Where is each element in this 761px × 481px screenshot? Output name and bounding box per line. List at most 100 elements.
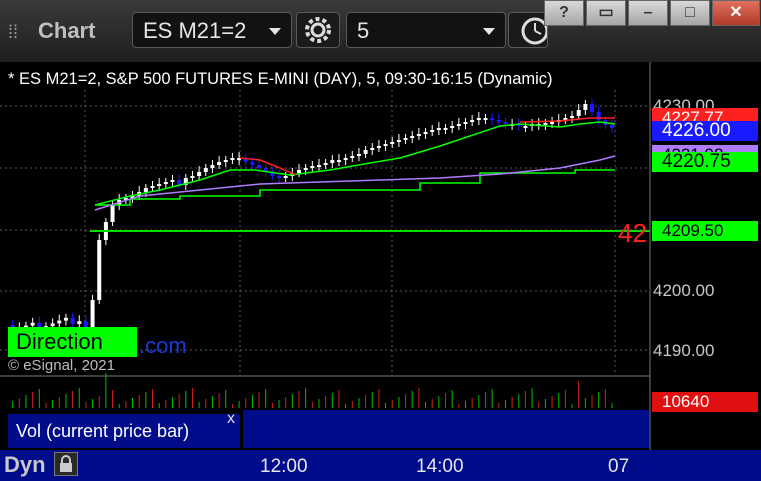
- candle-body: [316, 165, 321, 167]
- candle-body: [590, 104, 595, 112]
- close-button[interactable]: ✕: [712, 0, 760, 26]
- candle-body: [583, 104, 588, 110]
- candle-body: [230, 158, 235, 160]
- candlesticks: [10, 99, 614, 337]
- time-axis-label: 07: [608, 456, 630, 477]
- volume-study-label[interactable]: Vol (current price bar): [8, 414, 240, 448]
- lavender-line: [94, 155, 616, 211]
- candle-body: [330, 160, 335, 163]
- time-axis-label: 12:00: [260, 456, 308, 477]
- price-chart[interactable]: [0, 62, 761, 450]
- candle-body: [197, 172, 202, 176]
- candle-body: [396, 140, 401, 142]
- candle-body: [297, 170, 302, 173]
- candle-body: [523, 126, 528, 128]
- candle-body: [450, 126, 455, 128]
- candle-body: [570, 116, 575, 118]
- dotcom-text: .com: [139, 333, 187, 358]
- symbol-value: ES M21=2: [143, 18, 247, 43]
- help-button[interactable]: ?: [544, 0, 584, 26]
- candle-body: [257, 165, 262, 168]
- candle-body: [543, 123, 548, 125]
- candle-body: [403, 138, 408, 140]
- candle-body: [143, 188, 148, 192]
- candle-body: [436, 128, 441, 130]
- lock-button[interactable]: [54, 452, 78, 476]
- chevron-down-icon: [269, 28, 281, 35]
- candle-body: [410, 136, 415, 138]
- restore-layout-button[interactable]: ▭: [586, 0, 626, 26]
- volume-bars: [12, 373, 613, 408]
- window-controls: ? ▭ – □ ✕: [544, 0, 761, 28]
- volume-price-tag: 10640: [652, 392, 758, 412]
- candle-body: [430, 130, 435, 132]
- mode-label[interactable]: Dyn: [4, 452, 46, 478]
- time-axis-label: 14:00: [416, 456, 464, 477]
- candle-body: [503, 122, 508, 124]
- interval-value: 5: [357, 18, 370, 43]
- candle-body: [90, 300, 95, 330]
- candle-body: [576, 110, 581, 116]
- candle-body: [210, 165, 215, 168]
- time-button[interactable]: [508, 12, 548, 48]
- candle-body: [63, 317, 68, 321]
- green-ma-price-tag: 4220.75: [652, 152, 758, 172]
- candle-body: [370, 148, 375, 150]
- maximize-button[interactable]: □: [670, 0, 710, 26]
- grip-icon[interactable]: ⁞⁞: [8, 22, 30, 42]
- candle-body: [30, 322, 35, 326]
- candle-body: [283, 176, 288, 178]
- candle-body: [610, 125, 614, 128]
- chevron-down-icon: [483, 28, 495, 35]
- settings-button[interactable]: [296, 12, 340, 48]
- candle-body: [310, 166, 315, 168]
- candle-body: [443, 128, 448, 130]
- gear-icon: [305, 17, 331, 43]
- candle-body: [190, 176, 195, 178]
- green-ma-line-2: [519, 121, 616, 128]
- candle-body: [550, 122, 555, 124]
- level-price-tag: 4209.50: [652, 221, 758, 241]
- candle-body: [170, 180, 175, 182]
- candle-body: [383, 144, 388, 146]
- candle-body: [596, 112, 601, 120]
- candle-body: [163, 182, 168, 184]
- candle-body: [77, 321, 82, 324]
- candle-body: [376, 146, 381, 148]
- price-axis-label: 4190.00: [653, 341, 715, 360]
- chart-header: * ES M21=2, S&P 500 FUTURES E-MINI (DAY)…: [8, 70, 553, 88]
- candle-body: [496, 120, 501, 122]
- volume-panel: [243, 410, 649, 448]
- candle-body: [390, 142, 395, 144]
- green-ma-line: [94, 123, 521, 206]
- symbol-dropdown[interactable]: ES M21=2: [132, 12, 292, 48]
- clock-icon: [521, 17, 547, 45]
- candle-body: [250, 162, 255, 165]
- candle-body: [463, 122, 468, 124]
- price-axis-label: 4200.00: [653, 281, 715, 300]
- app-title: Chart: [38, 18, 96, 43]
- candle-body: [203, 168, 208, 172]
- candle-body: [456, 124, 461, 126]
- candle-body: [217, 162, 222, 165]
- minimize-button[interactable]: –: [628, 0, 668, 26]
- candle-body: [350, 156, 355, 158]
- last-price-tag: 4226.00: [652, 121, 758, 141]
- candle-body: [70, 317, 75, 324]
- interval-dropdown[interactable]: 5: [346, 12, 506, 48]
- level-label: 42: [618, 218, 647, 248]
- candle-body: [323, 163, 328, 165]
- candle-body: [277, 176, 282, 178]
- candle-body: [157, 184, 162, 186]
- candle-body: [470, 120, 475, 122]
- candle-body: [423, 132, 428, 134]
- candle-body: [110, 205, 115, 222]
- direction-label: Direction: [8, 327, 137, 357]
- candle-body: [223, 160, 228, 162]
- candle-body: [476, 118, 481, 120]
- candle-body: [356, 154, 361, 156]
- close-icon[interactable]: x: [227, 410, 235, 428]
- candle-body: [483, 118, 488, 120]
- candle-body: [303, 168, 308, 170]
- candle-body: [57, 320, 62, 324]
